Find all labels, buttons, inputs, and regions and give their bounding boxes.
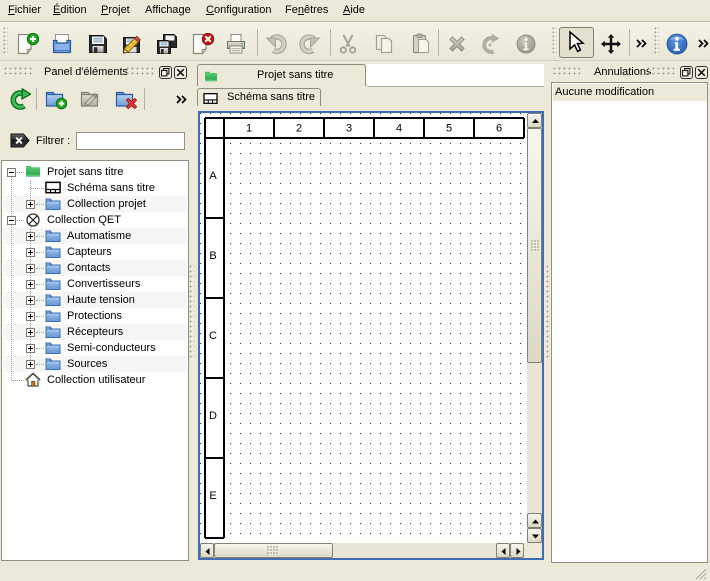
svg-text:D: D xyxy=(209,410,217,422)
svg-text:A: A xyxy=(209,170,217,182)
svg-text:E: E xyxy=(209,490,216,502)
svg-text:5: 5 xyxy=(446,123,452,135)
svg-text:6: 6 xyxy=(496,123,502,135)
svg-text:2: 2 xyxy=(296,123,302,135)
svg-text:4: 4 xyxy=(396,123,402,135)
svg-text:C: C xyxy=(209,330,217,342)
svg-text:1: 1 xyxy=(246,123,252,135)
svg-text:B: B xyxy=(209,250,216,262)
svg-text:3: 3 xyxy=(346,123,352,135)
